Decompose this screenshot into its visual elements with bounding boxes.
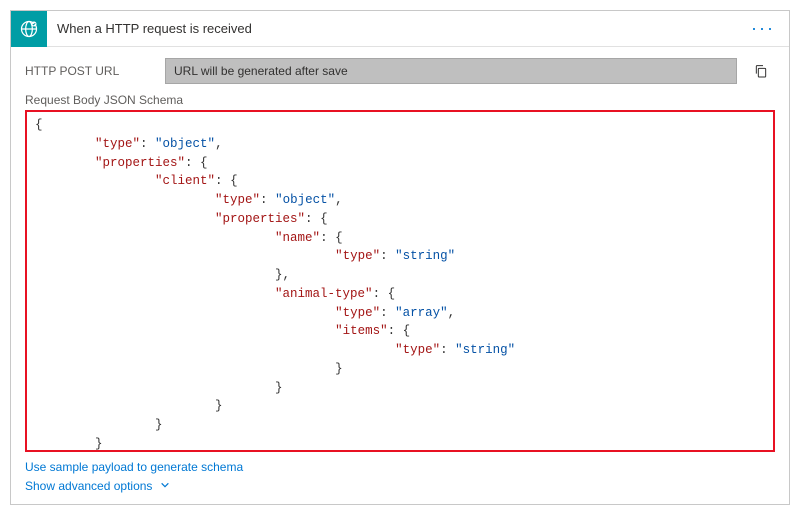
- url-label: HTTP POST URL: [25, 64, 155, 78]
- copy-button[interactable]: [747, 57, 775, 85]
- trigger-title: When a HTTP request is received: [47, 21, 747, 36]
- copy-icon: [753, 63, 769, 79]
- url-field: URL will be generated after save: [165, 58, 737, 84]
- advanced-options-text: Show advanced options: [25, 479, 152, 493]
- card-header[interactable]: When a HTTP request is received ···: [11, 11, 789, 47]
- url-row: HTTP POST URL URL will be generated afte…: [25, 57, 775, 85]
- schema-label: Request Body JSON Schema: [25, 93, 775, 107]
- trigger-card: When a HTTP request is received ··· HTTP…: [10, 10, 790, 505]
- sample-payload-link[interactable]: Use sample payload to generate schema: [25, 458, 775, 477]
- more-options-icon[interactable]: ···: [747, 18, 779, 39]
- footer-links: Use sample payload to generate schema Sh…: [25, 458, 775, 496]
- card-body: HTTP POST URL URL will be generated afte…: [11, 47, 789, 504]
- chevron-down-icon: [160, 477, 170, 496]
- advanced-options-link[interactable]: Show advanced options: [25, 477, 775, 496]
- schema-editor[interactable]: { "type": "object", "properties": { "cli…: [25, 110, 775, 452]
- http-globe-icon: [11, 11, 47, 47]
